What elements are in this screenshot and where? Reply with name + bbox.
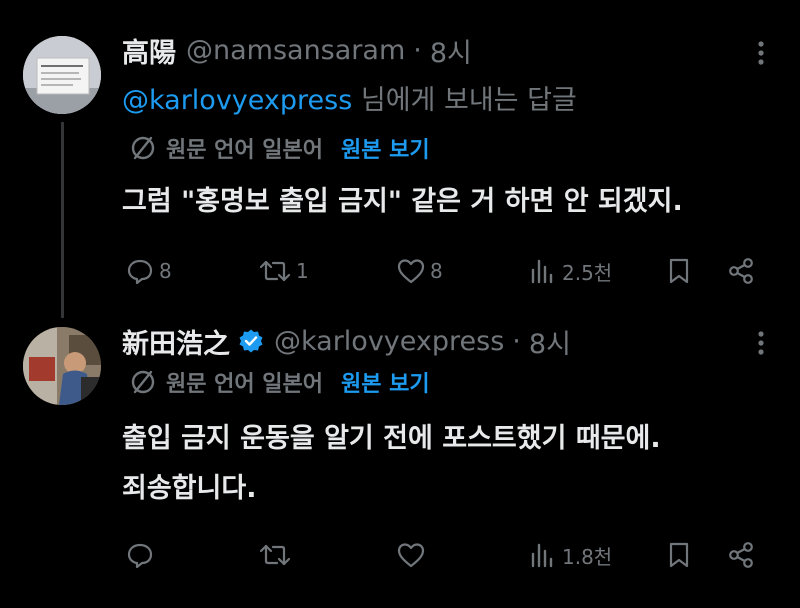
display-name[interactable]: 新田浩之	[122, 322, 230, 361]
tweet-text-line: 죄송합니다.	[122, 473, 257, 504]
views-button[interactable]: 2.5천	[528, 256, 612, 286]
bookmark-icon	[669, 258, 689, 284]
avatar-photo	[23, 36, 101, 114]
like-button[interactable]: 8	[396, 256, 443, 286]
avatar-photo	[23, 327, 101, 405]
reply-button[interactable]	[125, 540, 159, 570]
reply-icon	[127, 543, 153, 569]
translation-info: 원문 언어 일본어	[166, 138, 323, 163]
avatar[interactable]	[23, 36, 101, 114]
views-chart-icon	[531, 259, 553, 284]
tweet-text: 출입 금지 운동을 알기 전에 포스트했기 때문에. 죄송합니다.	[122, 414, 661, 514]
share-icon	[729, 542, 753, 568]
verified-badge-icon	[239, 329, 263, 353]
verified-badge	[238, 328, 264, 354]
translation-bar: 원문 언어 일본어 원본 보기	[128, 366, 430, 398]
share-button[interactable]	[726, 540, 756, 570]
avatar[interactable]	[23, 327, 101, 405]
bookmark-button[interactable]	[664, 256, 694, 286]
more-dots-icon	[758, 41, 764, 65]
like-count: 8	[430, 259, 443, 283]
translation-info: 원문 언어 일본어	[166, 372, 323, 397]
views-button[interactable]: 1.8천	[528, 540, 612, 570]
timestamp[interactable]: 8시	[529, 322, 571, 361]
tweet-text-line: 출입 금지 운동을 알기 전에 포스트했기 때문에.	[122, 423, 661, 454]
more-button[interactable]	[746, 328, 776, 358]
show-original-link[interactable]: 원본 보기	[341, 132, 430, 164]
replying-to: @karlovyexpress 님에게 보내는 답글	[122, 78, 577, 117]
user-handle[interactable]: @namsansaram	[186, 35, 405, 66]
timestamp[interactable]: 8시	[430, 31, 472, 70]
translation-bar: 원문 언어 일본어 원본 보기	[128, 132, 430, 164]
separator: ·	[512, 325, 521, 357]
views-chart-icon	[531, 543, 553, 568]
reply-count: 8	[159, 259, 172, 283]
share-button[interactable]	[726, 256, 756, 286]
like-button[interactable]	[396, 540, 430, 570]
translate-globe-icon	[131, 136, 155, 160]
show-original-link[interactable]: 원본 보기	[341, 366, 430, 398]
tweet-2[interactable]: 新田浩之 @karlovyexpress · 8시 원문 언어 일본어 원본 보…	[0, 310, 800, 608]
bookmark-icon	[669, 542, 689, 568]
heart-icon	[397, 259, 425, 284]
retweet-icon	[259, 260, 291, 282]
retweet-button[interactable]: 1	[258, 256, 309, 286]
bookmark-button[interactable]	[664, 540, 694, 570]
reply-mention-link[interactable]: @karlovyexpress	[122, 85, 352, 116]
reply-suffix: 님에게 보내는 답글	[352, 85, 577, 116]
separator: ·	[413, 34, 422, 66]
tweet-text: 그럼 "홍명보 출입 금지" 같은 거 하면 안 되겠지.	[122, 177, 683, 227]
reply-button[interactable]: 8	[125, 256, 172, 286]
view-count: 2.5천	[562, 260, 613, 285]
reply-icon	[127, 259, 153, 285]
more-dots-icon	[758, 331, 764, 355]
display-name[interactable]: 高陽	[122, 31, 176, 70]
thread-connector	[61, 122, 64, 318]
user-handle[interactable]: @karlovyexpress	[274, 326, 504, 357]
heart-icon	[397, 543, 425, 568]
tweet-1[interactable]: 高陽 @namsansaram · 8시 @karlovyexpress 님에게…	[0, 0, 800, 318]
tweet-header: 高陽 @namsansaram · 8시	[122, 30, 472, 70]
share-icon	[729, 258, 753, 284]
tweet-text-line: 그럼 "홍명보 출입 금지" 같은 거 하면 안 되겠지.	[122, 186, 683, 217]
view-count: 1.8천	[562, 544, 613, 569]
retweet-button[interactable]	[258, 540, 296, 570]
tweet-header: 新田浩之 @karlovyexpress · 8시	[122, 321, 571, 361]
retweet-count: 1	[296, 259, 309, 283]
retweet-icon	[259, 544, 291, 566]
translate-globe-icon	[131, 370, 155, 394]
more-button[interactable]	[746, 38, 776, 68]
